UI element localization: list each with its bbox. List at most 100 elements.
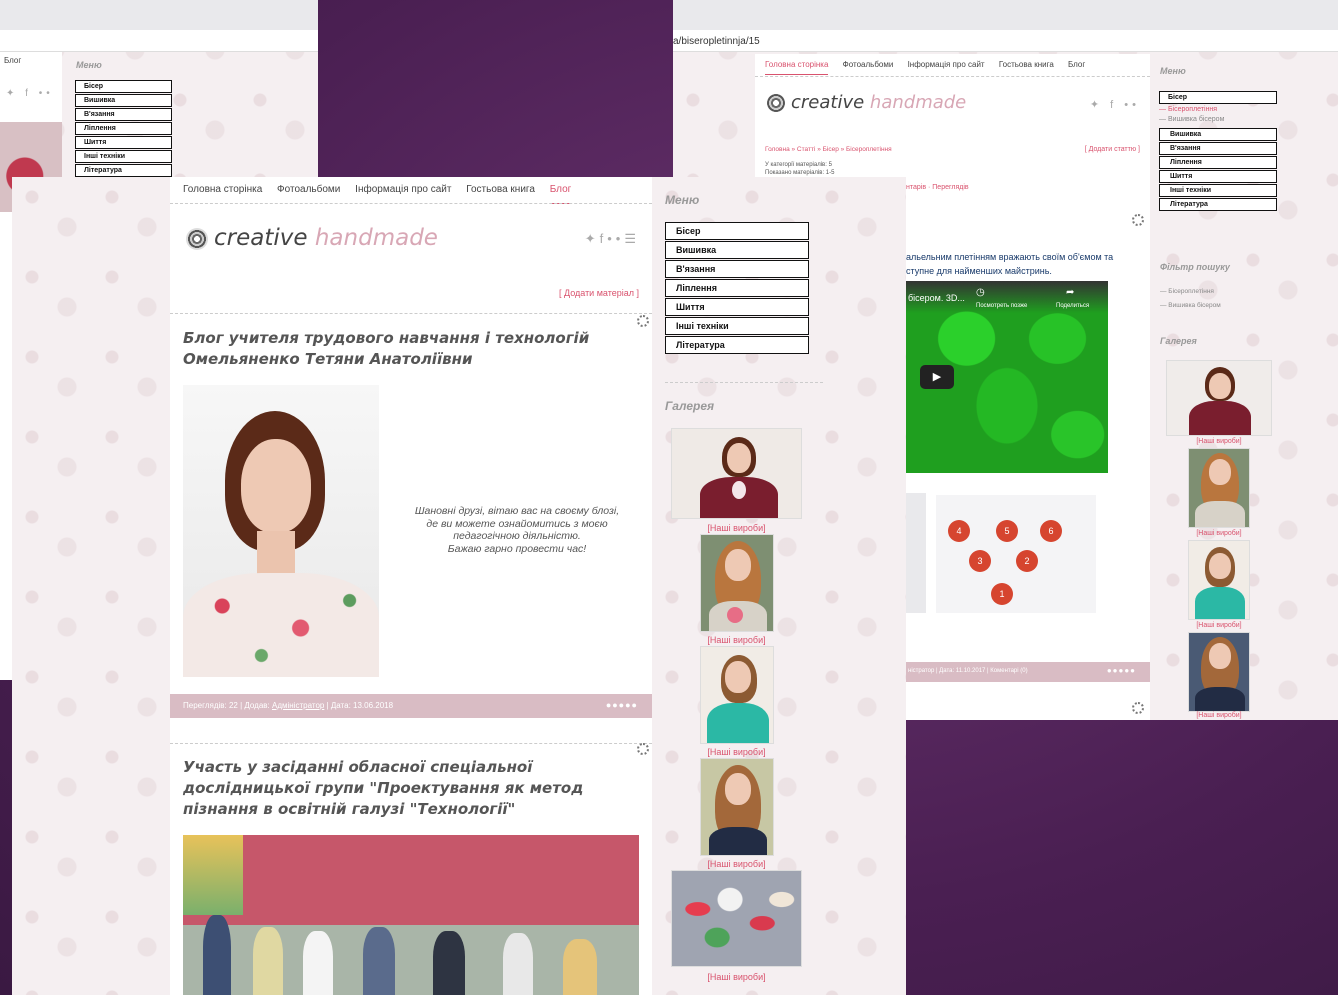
author-link[interactable]: Адміністратор [272,701,324,710]
gallery-caption-3[interactable]: [Наші вироби] [671,747,802,757]
menu-item-embroidery[interactable]: Вишивка [665,241,809,259]
menu-item-knitting[interactable]: В'язання [75,108,172,121]
nav-item-blog[interactable]: Блог [4,56,33,65]
gallery-caption-2[interactable]: [Наші вироби] [1166,530,1272,537]
gallery-caption-1[interactable]: [Наші вироби] [1166,438,1272,445]
gallery-image-1[interactable] [1166,360,1272,436]
add-article-link[interactable]: [ Додати статтю ] [1085,146,1140,153]
nav-blog[interactable]: Блог [1068,60,1085,69]
gallery-caption-4[interactable]: [Наші вироби] [1166,712,1272,719]
article-text-line1: альельним плетінням вражають своїм об'єм… [906,252,1114,262]
menu-item-modeling[interactable]: Ліплення [1159,156,1277,169]
filter-beadweaving[interactable]: — Бісероплетіння [1160,288,1214,295]
nav-info[interactable]: Інформація про сайт [355,184,451,195]
menu-item-knitting[interactable]: В'язання [1159,142,1277,155]
menu-item-biser[interactable]: Бісер [665,222,809,240]
menu-item-biser[interactable]: Бісер [75,80,172,93]
social-icons[interactable]: ✦ f •• [6,88,54,99]
menu-item-embroidery[interactable]: Вишивка [1159,128,1277,141]
menu-item-other[interactable]: Інші техніки [75,150,172,163]
gallery-caption-4[interactable]: [Наші вироби] [671,859,802,869]
gallery-title: Галерея [1160,336,1197,346]
menu: Бісер — Бісероплетіння — Вишивка бісером… [1159,91,1277,212]
gallery-image-4[interactable] [1188,632,1250,712]
flickr-icon[interactable]: •• [607,231,624,246]
bead-3: 3 [969,550,991,572]
menu-title: Меню [665,193,700,207]
rating-dots[interactable]: ●●●●● [606,700,638,710]
gallery-image-3[interactable] [1188,540,1250,620]
settings-gear-icon-2[interactable] [637,743,649,755]
meeting-photo [183,835,639,995]
submenu-bead-embroidery[interactable]: — Вишивка бісером [1159,115,1277,127]
site-logo[interactable]: creative handmade [767,92,966,113]
video-player[interactable]: бісером. 3D... ◷ Посмотреть позже ➦ Поде… [906,281,1108,473]
gallery-image-1[interactable] [671,428,802,519]
browser-chrome: a/biseropletinnja/15 [673,0,1338,52]
nav-home[interactable]: Головна сторінка [183,184,262,195]
settings-gear-icon[interactable] [637,315,649,327]
menu-item-other[interactable]: Інші техніки [665,317,809,335]
gallery-image-2[interactable] [1188,448,1250,528]
submenu-beadweaving[interactable]: — Бісероплетіння [1159,105,1277,114]
nav-guestbook[interactable]: Гостьова книга [999,60,1054,69]
gallery-caption-2[interactable]: [Наші вироби] [671,635,802,645]
flower-logo-icon [767,94,785,112]
gallery-image-2[interactable] [700,534,774,632]
nav-info[interactable]: Інформація про сайт [908,60,985,69]
menu-item-modeling[interactable]: Ліплення [75,122,172,135]
nav-albums[interactable]: Фотоальбоми [277,184,340,195]
gallery-caption-1[interactable]: [Наші вироби] [671,523,802,533]
play-button-icon[interactable]: ▶ [920,365,954,389]
main-nav: Головна сторінка Фотоальбоми Інформація … [183,184,583,204]
menu-item-embroidery[interactable]: Вишивка [75,94,172,107]
breadcrumb[interactable]: Головна » Статті » Бісер » Бісероплетінн… [765,146,892,153]
menu-item-modeling[interactable]: Ліплення [665,279,809,297]
add-material-link[interactable]: [ Додати матеріал ] [559,288,639,298]
share-label[interactable]: Поделиться [1056,303,1089,309]
article-text-line2: ступне для найменших майстринь. [906,266,1052,276]
clock-icon[interactable]: ◷ [976,287,985,298]
gallery-caption-5[interactable]: [Наші вироби] [671,972,802,982]
social-icons[interactable]: ✦ f •• [1090,98,1140,111]
nav-guestbook[interactable]: Гостьова книга [466,184,535,195]
settings-gear-icon[interactable] [1132,214,1144,226]
gallery-image-4[interactable] [700,758,774,856]
main-nav: Головна сторінка Фотоальбоми Інформація … [765,60,1097,75]
article-area: нтарів · Переглядів альельним плетінням … [906,180,1150,720]
watch-later[interactable]: Посмотреть позже [976,303,1027,309]
address-bar[interactable]: a/biseropletinnja/15 [673,36,760,47]
category-count: У категорії матеріалів: 5 [765,162,832,168]
menu-item-literature[interactable]: Література [665,336,809,354]
settings-gear-icon-2[interactable] [1132,702,1144,714]
menu-item-knitting[interactable]: В'язання [665,260,809,278]
filter-bead-embroidery[interactable]: — Вишивка бісером [1160,302,1221,309]
menu-item-sewing[interactable]: Шиття [1159,170,1277,183]
post1-stats-bar: Переглядів: 22 | Додав: Адміністратор | … [170,694,652,718]
share-icon[interactable]: ➦ [1066,287,1074,298]
post1-title[interactable]: Блог учителя трудового навчання і технол… [183,328,623,370]
bead-1: 1 [991,583,1013,605]
menu-item-biser[interactable]: Бісер [1159,91,1277,104]
menu-item-literature[interactable]: Література [75,164,172,177]
gallery-image-5[interactable] [671,870,802,967]
menu-item-sewing[interactable]: Шиття [665,298,809,316]
post2-title[interactable]: Участь у засіданні обласної спеціальної … [183,757,643,820]
social-icons: ✦f••☰ [585,231,640,247]
menu-item-sewing[interactable]: Шиття [75,136,172,149]
gallery-caption-3[interactable]: [Наші вироби] [1166,622,1272,629]
menu-title: Меню [76,60,102,70]
rss-icon[interactable]: ☰ [624,231,640,246]
menu-item-other[interactable]: Інші техніки [1159,184,1277,197]
comments-views[interactable]: нтарів · Переглядів [906,184,969,191]
flower-logo-icon [186,227,208,250]
site-logo[interactable]: creative handmade [186,225,438,251]
nav-albums[interactable]: Фотоальбоми [843,60,894,69]
rating-dots[interactable]: ●●●●● [1107,666,1136,675]
twitter-icon[interactable]: ✦ [585,231,600,246]
gallery-image-3[interactable] [700,646,774,744]
bead-2: 2 [1016,550,1038,572]
nav-home[interactable]: Головна сторінка [765,60,829,75]
menu-item-literature[interactable]: Література [1159,198,1277,211]
nav-blog[interactable]: Блог [549,184,572,204]
